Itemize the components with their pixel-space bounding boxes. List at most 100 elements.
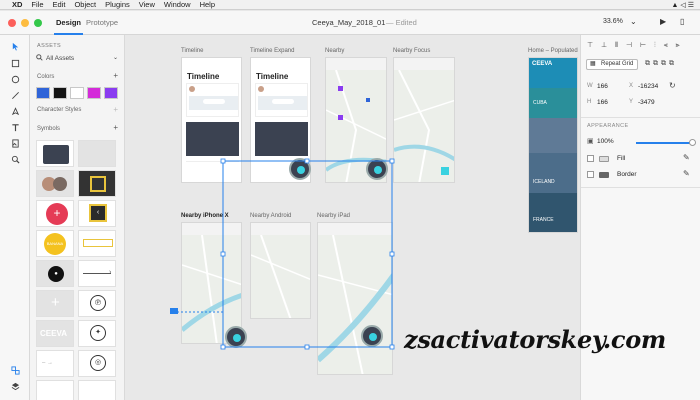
- app-titlebar: Design Prototype Ceeya_May_2018_01 — Edi…: [0, 11, 700, 35]
- eyedropper-icon[interactable]: ✎: [683, 153, 690, 162]
- menu-window[interactable]: Window: [164, 0, 191, 9]
- color-swatch[interactable]: [36, 87, 50, 99]
- border-checkbox[interactable]: [587, 171, 594, 178]
- add-character-style-icon[interactable]: +: [113, 105, 118, 114]
- symbol-back-button[interactable]: ‹: [78, 200, 116, 227]
- pen-icon[interactable]: [11, 107, 20, 116]
- minimize-window-button[interactable]: [21, 19, 29, 27]
- symbol-plus-placeholder[interactable]: +: [36, 290, 74, 317]
- add-symbol-icon[interactable]: +: [113, 123, 118, 132]
- opacity-icon: ▣: [587, 138, 594, 145]
- menu-plugins[interactable]: Plugins: [105, 0, 130, 9]
- symbols-label[interactable]: Symbols: [37, 126, 60, 132]
- symbol-avatar-group[interactable]: [36, 170, 74, 197]
- zoom-window-button[interactable]: [34, 19, 42, 27]
- pinterest-icon: ℗: [90, 295, 106, 311]
- assets-filter-dropdown[interactable]: All Assets ⌄: [36, 53, 118, 64]
- assets-header: ASSETS: [37, 43, 62, 49]
- ellipse-icon[interactable]: [11, 75, 20, 84]
- symbol-play-button[interactable]: ●: [36, 260, 74, 287]
- border-color-chip[interactable]: [599, 172, 609, 178]
- color-swatch[interactable]: [70, 87, 84, 99]
- character-styles-label[interactable]: Character Styles: [37, 107, 81, 113]
- instagram-icon: ◎: [90, 355, 106, 371]
- zoom-level[interactable]: 33.6%: [603, 18, 623, 25]
- opacity-field[interactable]: 100%: [597, 138, 614, 145]
- width-label: W: [587, 83, 593, 89]
- colors-section-label[interactable]: Colors: [37, 74, 54, 80]
- opacity-slider-knob[interactable]: [689, 139, 696, 146]
- document-status: — Edited: [386, 18, 417, 27]
- color-swatch[interactable]: [87, 87, 101, 99]
- tab-prototype[interactable]: Prototype: [86, 18, 118, 27]
- opacity-slider-track[interactable]: [636, 142, 692, 144]
- symbol-arrow-line[interactable]: ›: [78, 260, 116, 287]
- fill-color-chip[interactable]: [599, 156, 609, 162]
- color-swatch[interactable]: [53, 87, 67, 99]
- divider: [581, 187, 700, 188]
- symbol-frame-gold[interactable]: [78, 170, 116, 197]
- close-window-button[interactable]: [8, 19, 16, 27]
- y-field[interactable]: -3479: [638, 99, 655, 106]
- symbol-partial[interactable]: [78, 380, 116, 400]
- artboard-icon[interactable]: [11, 139, 20, 148]
- assets-filter-label: All Assets: [46, 55, 75, 62]
- watermark-text: zsactivatorskey.com: [404, 325, 667, 354]
- symbol-partial[interactable]: [36, 380, 74, 400]
- layers-icon[interactable]: [11, 382, 20, 391]
- symbol-yellow-bar[interactable]: [78, 230, 116, 257]
- zoom-chevron-icon[interactable]: ⌄: [630, 17, 637, 26]
- fill-checkbox[interactable]: [587, 155, 594, 162]
- symbol-add-button[interactable]: +: [36, 200, 74, 227]
- height-label: H: [587, 99, 592, 105]
- rectangle-icon[interactable]: [11, 59, 20, 68]
- menu-view[interactable]: View: [139, 0, 155, 9]
- menu-file[interactable]: File: [31, 0, 43, 9]
- fill-label: Fill: [617, 155, 626, 162]
- play-icon[interactable]: ▶: [660, 17, 666, 26]
- symbol-yellow-badge[interactable]: BANANA: [36, 230, 74, 257]
- tab-design[interactable]: Design: [53, 18, 84, 35]
- x-field[interactable]: -16234: [638, 83, 658, 90]
- menu-help[interactable]: Help: [200, 0, 215, 9]
- selection-handles[interactable]: [220, 158, 395, 350]
- menu-xd[interactable]: XD: [12, 0, 22, 9]
- border-label: Border: [617, 171, 637, 178]
- appearance-header: APPEARANCE: [587, 123, 629, 129]
- symbol-instagram[interactable]: ◎: [78, 350, 116, 377]
- divider: [581, 117, 700, 118]
- pointer-icon[interactable]: [11, 42, 20, 51]
- repeat-grid-button[interactable]: ▦ Repeat Grid: [586, 59, 638, 70]
- add-color-icon[interactable]: +: [113, 71, 118, 80]
- zoom-icon[interactable]: [11, 155, 20, 164]
- width-field[interactable]: 166: [597, 83, 608, 90]
- chevron-down-icon: ⌄: [112, 55, 118, 61]
- color-swatch[interactable]: [104, 87, 118, 99]
- grid-icon: ▦: [590, 61, 596, 67]
- symbol-card-dark[interactable]: [36, 140, 74, 167]
- rotate-icon[interactable]: ↻: [669, 81, 676, 90]
- symbol-arrow-row[interactable]: – →: [36, 350, 74, 377]
- line-icon[interactable]: [11, 91, 20, 100]
- color-swatches: [36, 87, 118, 99]
- height-field[interactable]: 166: [597, 99, 608, 106]
- symbol-ceeva-logo[interactable]: CEEVA: [36, 320, 74, 347]
- tool-bar: [0, 35, 30, 400]
- search-icon: [36, 54, 43, 61]
- device-preview-icon[interactable]: ▯: [680, 17, 684, 26]
- window-controls: [8, 19, 42, 27]
- boolean-ops-icons[interactable]: ⧉⧉⧉⧉: [645, 60, 677, 68]
- twitter-icon: ✦: [90, 325, 106, 341]
- menubar-status-icons[interactable]: ▲ ◁ ☰: [672, 1, 694, 9]
- y-label: Y: [629, 99, 634, 105]
- eyedropper-icon[interactable]: ✎: [683, 169, 690, 178]
- menu-object[interactable]: Object: [74, 0, 96, 9]
- document-title: Ceeya_May_2018_01: [312, 18, 386, 27]
- text-icon[interactable]: [11, 123, 20, 132]
- symbol-twitter[interactable]: ✦: [78, 320, 116, 347]
- menu-edit[interactable]: Edit: [53, 0, 66, 9]
- align-icons[interactable]: ⊤ ⊥ ⫴ ⊣ ⊢ ⫶ ⫷ ⫸: [587, 41, 683, 50]
- plugins-icon[interactable]: [11, 366, 20, 375]
- symbol-placeholder[interactable]: [78, 140, 116, 167]
- symbol-pinterest[interactable]: ℗: [78, 290, 116, 317]
